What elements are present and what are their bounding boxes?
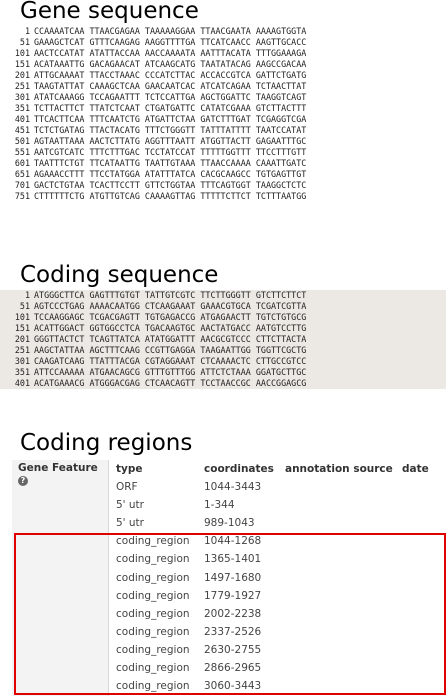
sequence-bases: CAAGATCAAG TTATTTACGA CGTAGGAAAT CTCAAAA… <box>34 356 307 366</box>
sequence-line: 551 AATCGTCATC TTTCTTTGAC TCCTATCCAT TTTT… <box>0 147 448 158</box>
sequence-line: 451 TCTCTGATAG TTACTACATG TTTCTGGGTT TATT… <box>0 125 448 136</box>
sequence-bases: TCCAAGGAGC TCGACGAGTT TGTGAGACCG ATGAGAA… <box>34 312 307 322</box>
feature-coordinates: 1-344 <box>204 499 235 512</box>
gene-sequence-block: 1 CCAAAATCAA TTAACGAGAA TAAAAAGGAA TTAACG… <box>0 26 448 202</box>
sequence-line-number: 451 <box>14 125 30 135</box>
sequence-line-number: 301 <box>14 92 30 102</box>
sequence-line-number: 701 <box>14 180 30 190</box>
header-date: date <box>402 463 429 475</box>
sequence-line-number: 401 <box>14 114 30 124</box>
feature-type: 5' utr <box>116 499 144 512</box>
feature-type: ORF <box>116 481 138 493</box>
gene-feature-table: Gene Feature ? type coordinates annotati… <box>12 460 448 696</box>
sequence-bases: GAAAGCTCAT GTTTCAAGAG AAGGTTTTGA TTCATCA… <box>34 37 307 47</box>
coding-region-highlight-box <box>14 533 446 695</box>
table-row: ORF 1044-3443 <box>116 478 446 496</box>
sequence-line: 351 TCTTACTTCT TTATCTCAAT CTGATGATTC CATA… <box>0 103 448 114</box>
sequence-line-number: 201 <box>14 70 30 80</box>
sequence-bases: TCTCTGATAG TTACTACATG TTTCTGGGTT TATTTAT… <box>34 125 307 135</box>
sequence-line-number: 101 <box>14 312 30 322</box>
sequence-bases: CCAAAATCAA TTAACGAGAA TAAAAAGGAA TTAACGA… <box>34 26 307 36</box>
sequence-line-number: 151 <box>14 59 30 69</box>
sequence-line: 301 ATATCAAAGG TCCAGAATTT TCTCCATTGA AGCT… <box>0 92 448 103</box>
table-row: 5' utr 989-1043 <box>116 514 446 532</box>
sequence-line: 701 GACTCTGTAA TCACTTCCTT GTTCTGGTAA TTTC… <box>0 180 448 191</box>
sequence-line-number: 251 <box>14 345 30 355</box>
sequence-bases: TTCACTTCAA TTTCAATCTG ATGATTCTAA GATCTTT… <box>34 114 307 124</box>
gene-sequence-heading: Gene sequence <box>20 0 199 24</box>
sequence-line: 201 ATTGCAAAAT TTACCTAAAC CCCATCTTAC ACCA… <box>0 70 448 81</box>
sequence-line: 251 TAAGTATTAT CAAAGCTCAA GAACAATCAC ATCA… <box>0 81 448 92</box>
sequence-line-number: 651 <box>14 169 30 179</box>
sequence-line: 51 AGTCCCTGAG AAAACAATGG CTCAAGAAAT GAAAC… <box>0 301 446 312</box>
sequence-line-number: 751 <box>14 191 30 201</box>
coding-regions-heading: Coding regions <box>20 430 193 456</box>
sequence-bases: ATATCAAAGG TCCAGAATTT TCTCCATTGA AGCTGGA… <box>34 92 307 102</box>
sequence-line: 601 TAATTTCTGT TTCATAATTG TAATTGTAAA TTAA… <box>0 158 448 169</box>
coding-sequence-heading: Coding sequence <box>20 262 219 288</box>
sequence-bases: CTTTTTTCTG ATGTTGTCAG CAAAAGTTAG TTTTTCT… <box>34 191 307 201</box>
coding-sequence-block: 1 ATGGGCTTCA GAGTTTGTGT TATTGTCGTC TTCTTG… <box>0 290 446 389</box>
header-annotation-source: annotation source <box>285 463 393 475</box>
sequence-line-number: 101 <box>14 48 30 58</box>
sequence-bases: AGAAACCTTT TTCCTATGGA ATATTTATCA CACGCAA… <box>34 169 307 179</box>
sequence-bases: AATCGTCATC TTTCTTTGAC TCCTATCCAT TTTTTGG… <box>34 147 307 157</box>
sequence-line-number: 1 <box>24 26 30 36</box>
sequence-line-number: 51 <box>19 37 30 47</box>
sequence-line: 101 TCCAAGGAGC TCGACGAGTT TGTGAGACCG ATGA… <box>0 312 446 323</box>
sequence-line: 751 CTTTTTTCTG ATGTTGTCAG CAAAAGTTAG TTTT… <box>0 191 448 202</box>
sequence-line-number: 251 <box>14 81 30 91</box>
feature-type: 5' utr <box>116 517 144 530</box>
sequence-line-number: 301 <box>14 356 30 366</box>
sequence-line: 501 AGTAATTAAA AACTCTTATG AGGTTTAATT ATGG… <box>0 136 448 147</box>
sequence-bases: AGTCCCTGAG AAAACAATGG CTCAAGAAAT GAAACGT… <box>34 301 307 311</box>
sequence-bases: TAAGTATTAT CAAAGCTCAA GAACAATCAC ATCATCA… <box>34 81 307 91</box>
sequence-line-number: 351 <box>14 103 30 113</box>
sequence-line: 651 AGAAACCTTT TTCCTATGGA ATATTTATCA CACG… <box>0 169 448 180</box>
gene-feature-label: Gene Feature <box>18 462 98 474</box>
sequence-bases: ACATTGGACT GGTGGCCTCA TGACAAGTGC AACTATG… <box>34 323 307 333</box>
header-type: type <box>116 463 143 475</box>
sequence-bases: GACTCTGTAA TCACTTCCTT GTTCTGGTAA TTTCAGT… <box>34 180 307 190</box>
sequence-line-number: 1 <box>24 290 30 300</box>
sequence-line: 301 CAAGATCAAG TTATTTACGA CGTAGGAAAT CTCA… <box>0 356 446 367</box>
sequence-bases: ATTCCAAAAA ATGAACAGCG GTTTGTTTGG ATTCTCT… <box>34 367 307 377</box>
sequence-line-number: 201 <box>14 334 30 344</box>
sequence-line-number: 51 <box>19 301 30 311</box>
sequence-bases: ACATAAATTG GACAGAACAT ATCAAGCATG TAATATA… <box>34 59 307 69</box>
sequence-bases: TCTTACTTCT TTATCTCAAT CTGATGATTC CATATCG… <box>34 103 307 113</box>
sequence-line: 251 AAGCTATTAA AGCTTTCAAG CCGTTGAGGA TAAG… <box>0 345 446 356</box>
sequence-line-number: 601 <box>14 158 30 168</box>
sequence-bases: AAGCTATTAA AGCTTTCAAG CCGTTGAGGA TAAGAAT… <box>34 345 307 355</box>
sequence-line-number: 501 <box>14 136 30 146</box>
feature-coordinates: 989-1043 <box>204 517 255 530</box>
question-circle-icon[interactable]: ? <box>18 476 28 486</box>
sequence-bases: ATTGCAAAAT TTACCTAAAC CCCATCTTAC ACCACCG… <box>34 70 307 80</box>
sequence-bases: GGGTTACTCT TCAGTTATCA ATATGGATTT AACGCGT… <box>34 334 307 344</box>
sequence-line: 151 ACATTGGACT GGTGGCCTCA TGACAAGTGC AACT… <box>0 323 446 334</box>
header-coordinates: coordinates <box>204 463 274 475</box>
sequence-bases: AGTAATTAAA AACTCTTATG AGGTTTAATT ATGGTTA… <box>34 136 307 146</box>
sequence-line-number: 401 <box>14 378 30 388</box>
feature-coordinates: 1044-3443 <box>204 481 262 493</box>
sequence-line: 1 CCAAAATCAA TTAACGAGAA TAAAAAGGAA TTAACG… <box>0 26 448 37</box>
sequence-bases: TAATTTCTGT TTCATAATTG TAATTGTAAA TTAACCA… <box>34 158 307 168</box>
sequence-line: 51 GAAAGCTCAT GTTTCAAGAG AAGGTTTTGA TTCAT… <box>0 37 448 48</box>
sequence-line: 351 ATTCCAAAAA ATGAACAGCG GTTTGTTTGG ATTC… <box>0 367 446 378</box>
sequence-line-number: 151 <box>14 323 30 333</box>
sequence-line-number: 551 <box>14 147 30 157</box>
sequence-line: 201 GGGTTACTCT TCAGTTATCA ATATGGATTT AACG… <box>0 334 446 345</box>
sequence-bases: ATGGGCTTCA GAGTTTGTGT TATTGTCGTC TTCTTGG… <box>34 290 307 300</box>
table-row: 5' utr 1-344 <box>116 496 446 514</box>
sequence-line: 401 ACATGAAACG ATGGGACGAG CTCAACAGTT TCCT… <box>0 378 446 389</box>
sequence-line-number: 351 <box>14 367 30 377</box>
sequence-line: 151 ACATAAATTG GACAGAACAT ATCAAGCATG TAAT… <box>0 59 448 70</box>
sequence-line: 401 TTCACTTCAA TTTCAATCTG ATGATTCTAA GATC… <box>0 114 448 125</box>
sequence-bases: AACTCCATAT ATATTACCAA AACCAAAATA AATTTAC… <box>34 48 307 58</box>
sequence-line: 1 ATGGGCTTCA GAGTTTGTGT TATTGTCGTC TTCTTG… <box>0 290 446 301</box>
sequence-bases: ACATGAAACG ATGGGACGAG CTCAACAGTT TCCTAAC… <box>34 378 307 388</box>
sequence-line: 101 AACTCCATAT ATATTACCAA AACCAAAATA AATT… <box>0 48 448 59</box>
